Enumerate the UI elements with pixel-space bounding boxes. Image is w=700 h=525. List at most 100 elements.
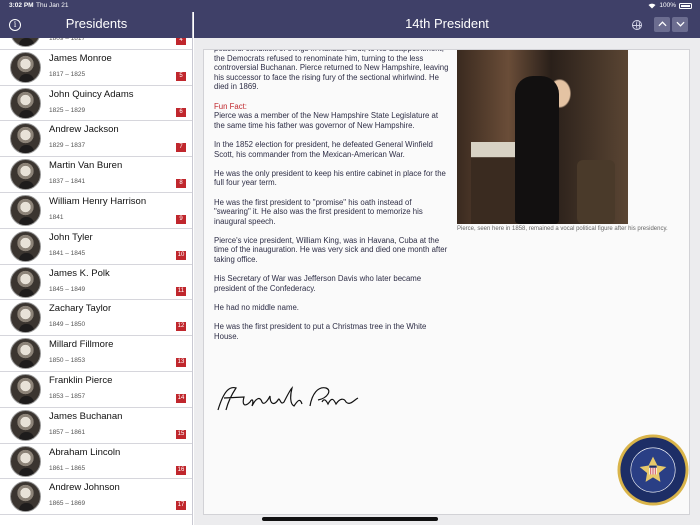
list-item-years: 1845 – 1849 bbox=[49, 285, 86, 293]
sidebar-header: i Presidents bbox=[0, 12, 192, 38]
list-item-number: 12 bbox=[176, 322, 186, 332]
list-item-number: 16 bbox=[176, 465, 186, 475]
portrait-caption: Pierce, seen here in 1858, remained a vo… bbox=[457, 226, 668, 232]
list-item-name: James K. Polk bbox=[49, 267, 110, 279]
biography-page[interactable]: peaceful condition of things in Kansas."… bbox=[203, 49, 690, 515]
avatar bbox=[10, 266, 41, 298]
list-item-name: Abraham Lincoln bbox=[49, 446, 121, 458]
next-button[interactable] bbox=[672, 17, 688, 32]
list-item-number: 9 bbox=[176, 214, 186, 224]
list-item[interactable]: Zachary Taylor 1849 – 1850 12 bbox=[0, 300, 192, 337]
list-item-years: 1837 – 1841 bbox=[49, 178, 86, 186]
list-item[interactable]: William Henry Harrison 1841 9 bbox=[0, 193, 192, 229]
status-right: 100% bbox=[648, 2, 692, 9]
list-item[interactable]: Franklin Pierce 1853 – 1857 14 bbox=[0, 372, 192, 408]
sidebar: 1809 – 1817 4 James Monroe 1817 – 1825 5… bbox=[0, 12, 193, 525]
avatar bbox=[10, 338, 41, 370]
status-time: 3:02 PM bbox=[9, 2, 34, 9]
list-item-years: 1841 – 1845 bbox=[49, 249, 86, 257]
list-item[interactable]: James Buchanan 1857 – 1861 15 bbox=[0, 408, 192, 444]
presidential-seal-icon bbox=[617, 434, 689, 506]
wifi-icon bbox=[648, 3, 656, 8]
list-item-years: 1825 – 1829 bbox=[49, 106, 86, 114]
list-item-years: 1865 – 1869 bbox=[49, 500, 86, 508]
chevron-up-icon bbox=[657, 21, 667, 27]
list-item-name: Andrew Johnson bbox=[49, 482, 120, 494]
avatar bbox=[10, 445, 41, 477]
avatar bbox=[10, 123, 41, 155]
list-item-number: 14 bbox=[176, 393, 186, 403]
list-item[interactable]: Abraham Lincoln 1861 – 1865 16 bbox=[0, 444, 192, 480]
page-title: 14th President bbox=[405, 16, 489, 31]
fun-fact-label: Fun Fact: bbox=[214, 101, 247, 111]
list-item-number: 5 bbox=[176, 71, 186, 81]
list-item-number: 11 bbox=[176, 286, 186, 296]
president-list[interactable]: 1809 – 1817 4 James Monroe 1817 – 1825 5… bbox=[0, 16, 192, 516]
list-item-name: Franklin Pierce bbox=[49, 374, 113, 386]
fun-fact-paragraph: His Secretary of War was Jefferson Davis… bbox=[214, 274, 422, 293]
list-item-name: Zachary Taylor bbox=[49, 303, 112, 315]
status-date: Thu Jan 21 bbox=[36, 2, 69, 9]
fun-fact-paragraph: He was the only president to keep his en… bbox=[214, 168, 446, 188]
portrait-figure bbox=[515, 76, 559, 224]
main-header: 14th President bbox=[194, 12, 700, 38]
list-item-number: 13 bbox=[176, 358, 186, 368]
list-item-years: 1829 – 1837 bbox=[49, 142, 86, 150]
globe-icon[interactable] bbox=[632, 20, 642, 30]
bio-paragraph: peaceful condition of things in Kansas."… bbox=[214, 50, 449, 92]
avatar bbox=[10, 194, 41, 226]
list-item-number: 8 bbox=[176, 179, 186, 189]
list-item-number: 7 bbox=[176, 143, 186, 153]
fun-fact-paragraph: He was the first president to put a Chri… bbox=[214, 322, 427, 341]
signature-image bbox=[217, 386, 359, 411]
list-item[interactable]: Andrew Johnson 1865 – 1869 17 bbox=[0, 479, 192, 516]
sidebar-title: Presidents bbox=[65, 16, 128, 31]
list-item-name: James Buchanan bbox=[49, 410, 123, 422]
fun-fact-paragraph: Pierce's vice president, William King, w… bbox=[214, 235, 448, 265]
list-item-number: 15 bbox=[176, 429, 186, 439]
biography-text: peaceful condition of things in Kansas."… bbox=[214, 50, 449, 351]
chevron-down-icon bbox=[675, 21, 685, 27]
status-bar: 3:02 PM Thu Jan 21 100% bbox=[0, 0, 700, 12]
list-item-name: Andrew Jackson bbox=[49, 124, 119, 136]
avatar bbox=[10, 230, 41, 262]
list-item-name: William Henry Harrison bbox=[49, 195, 147, 207]
list-item-name: Millard Fillmore bbox=[49, 339, 114, 351]
list-item-number: 10 bbox=[176, 250, 186, 260]
previous-button[interactable] bbox=[654, 17, 670, 32]
main-panel: 14th President peaceful condition of thi… bbox=[194, 12, 700, 525]
list-item-name: John Tyler bbox=[49, 231, 93, 243]
list-item[interactable]: John Tyler 1841 – 1845 10 bbox=[0, 229, 192, 265]
list-item-name: John Quincy Adams bbox=[49, 88, 134, 100]
list-item-number: 17 bbox=[176, 501, 186, 511]
home-indicator[interactable] bbox=[262, 517, 438, 521]
list-item[interactable]: James K. Polk 1845 – 1849 11 bbox=[0, 265, 192, 301]
portrait-table bbox=[471, 142, 517, 224]
portrait-image bbox=[457, 50, 628, 224]
avatar bbox=[10, 51, 41, 83]
list-item[interactable]: Andrew Jackson 1829 – 1837 7 bbox=[0, 121, 192, 158]
fun-fact-paragraph: In the 1852 election for president, he d… bbox=[214, 139, 433, 159]
battery-icon bbox=[679, 2, 692, 9]
fun-fact-paragraph: Pierce was a member of the New Hampshire… bbox=[214, 111, 439, 130]
list-item-name: Martin Van Buren bbox=[49, 160, 123, 172]
list-item-name: James Monroe bbox=[49, 52, 112, 64]
list-item-years: 1853 – 1857 bbox=[49, 392, 86, 400]
avatar bbox=[10, 159, 41, 191]
list-item[interactable]: James Monroe 1817 – 1825 5 bbox=[0, 50, 192, 86]
list-item[interactable]: Millard Fillmore 1850 – 1853 13 bbox=[0, 336, 192, 372]
avatar bbox=[10, 409, 41, 441]
list-item-years: 1849 – 1850 bbox=[49, 321, 86, 329]
list-item-years: 1861 – 1865 bbox=[49, 464, 86, 472]
list-item-years: 1841 bbox=[49, 213, 64, 221]
list-item-years: 1850 – 1853 bbox=[49, 357, 86, 365]
avatar bbox=[10, 373, 41, 405]
avatar bbox=[10, 87, 41, 119]
avatar bbox=[10, 302, 41, 334]
list-item[interactable]: John Quincy Adams 1825 – 1829 6 bbox=[0, 86, 192, 122]
list-item[interactable]: Martin Van Buren 1837 – 1841 8 bbox=[0, 157, 192, 193]
fun-fact-paragraph: He had no middle name. bbox=[214, 303, 299, 313]
fun-fact-paragraph: He was the first president to "promise" … bbox=[214, 197, 423, 226]
list-item-years: 1817 – 1825 bbox=[49, 70, 86, 78]
list-item-number: 6 bbox=[176, 107, 186, 117]
